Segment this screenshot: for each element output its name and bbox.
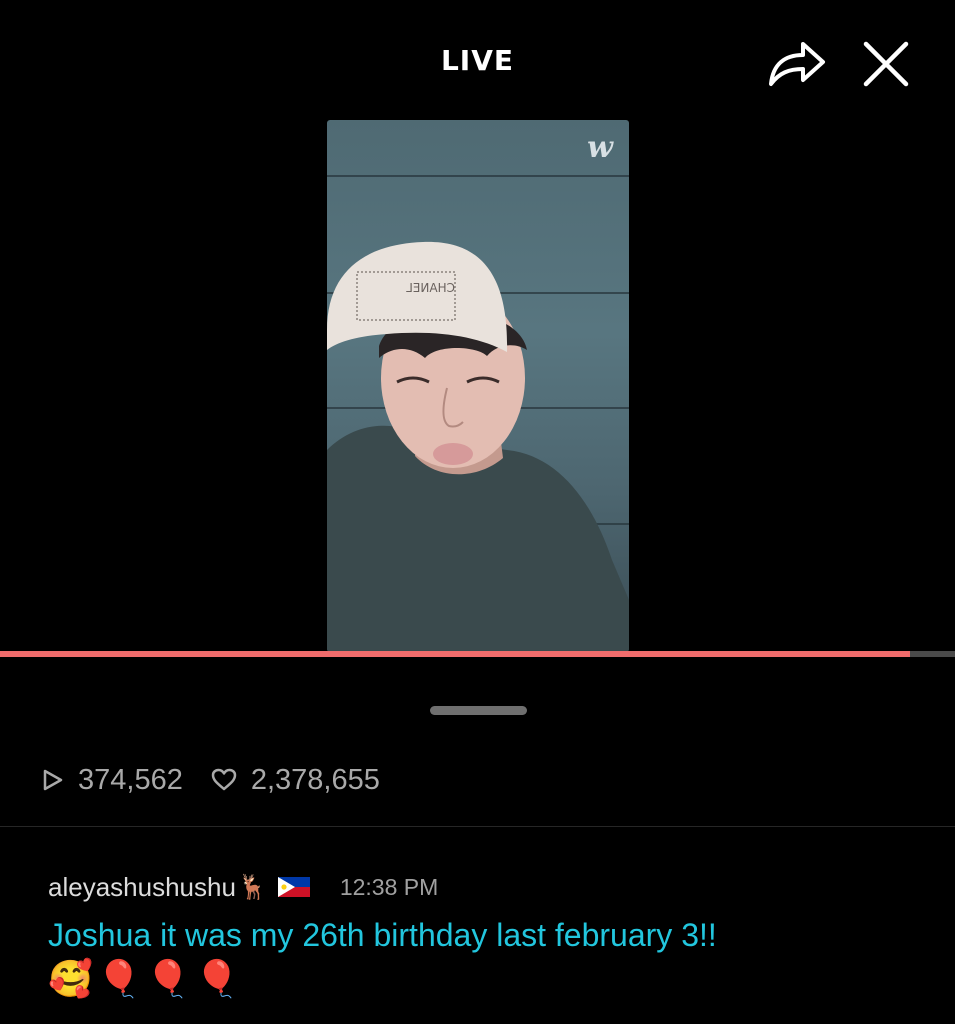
live-video[interactable]: CHANEL w — [327, 120, 629, 652]
comment-username[interactable]: aleyashushushu — [48, 872, 236, 903]
deer-emoji: 🦌 — [237, 873, 268, 901]
close-icon — [863, 41, 909, 87]
watermark-logo: w — [587, 130, 613, 165]
philippines-flag-icon — [277, 877, 310, 897]
play-count: 374,562 — [42, 764, 183, 797]
progress-fill — [0, 651, 911, 657]
like-count[interactable]: 2,378,655 — [211, 764, 380, 797]
heart-icon — [211, 768, 237, 791]
comment-text: Joshua it was my 26th birthday last febr… — [48, 917, 717, 953]
progress-bar[interactable] — [0, 651, 955, 657]
close-button[interactable] — [860, 38, 912, 90]
comment-timestamp: 12:38 PM — [339, 873, 439, 900]
comment-item: aleyashushushu 🦌 12:38 PM Joshua it was … — [48, 870, 928, 1000]
like-count-value: 2,378,655 — [250, 763, 380, 796]
comment-emojis: 🥰🎈🎈🎈 — [48, 958, 244, 999]
share-icon — [769, 42, 825, 86]
drag-handle[interactable] — [430, 706, 527, 715]
streamer-video-frame: CHANEL — [327, 241, 629, 652]
svg-text:CHANEL: CHANEL — [406, 281, 455, 295]
divider — [0, 826, 955, 827]
play-count-value: 374,562 — [78, 763, 183, 796]
play-icon — [43, 769, 63, 791]
share-button[interactable] — [765, 38, 827, 90]
comment-header: aleyashushushu 🦌 12:38 PM — [48, 870, 928, 904]
stats-row: 374,562 2,378,655 — [42, 760, 380, 800]
